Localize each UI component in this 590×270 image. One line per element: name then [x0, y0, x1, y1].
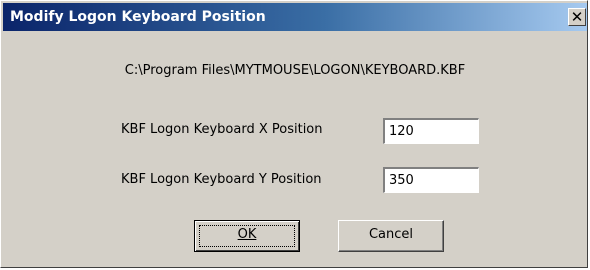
cancel-button-label: Cancel — [368, 227, 414, 242]
close-button[interactable]: ✕ — [568, 8, 586, 26]
close-icon: ✕ — [570, 8, 584, 26]
title-bar[interactable]: Modify Logon Keyboard Position ✕ — [3, 3, 587, 31]
x-position-label: KBF Logon Keyboard X Position — [121, 122, 323, 137]
file-path-label: C:\Program Files\MYTMOUSE\LOGON\KEYBOARD… — [124, 63, 466, 78]
cancel-button[interactable]: Cancel — [338, 220, 444, 252]
window-title: Modify Logon Keyboard Position — [10, 9, 266, 25]
y-position-label: KBF Logon Keyboard Y Position — [121, 172, 322, 187]
dialog-window: Modify Logon Keyboard Position ✕ C:\Prog… — [0, 0, 588, 268]
ok-button-label: OK — [237, 227, 257, 242]
x-position-input[interactable] — [383, 118, 479, 144]
y-position-input[interactable] — [383, 167, 479, 193]
ok-button[interactable]: OK — [194, 220, 300, 252]
